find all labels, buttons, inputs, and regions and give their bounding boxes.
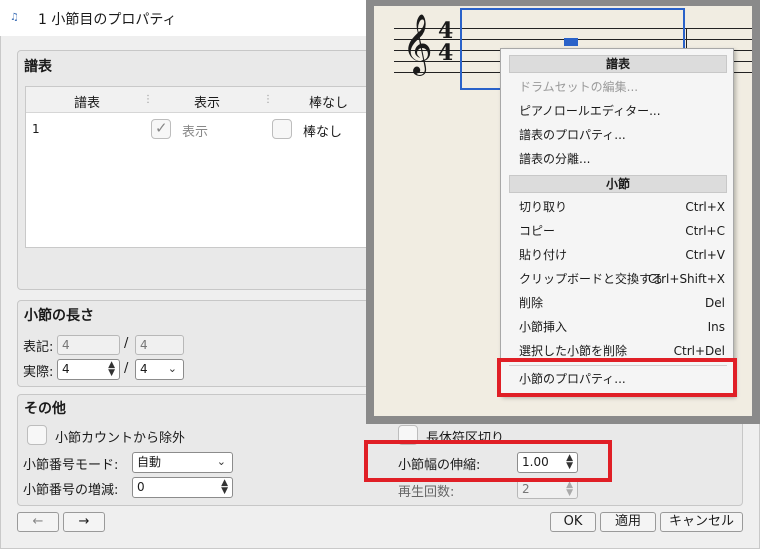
notation-label: 表記: [23,340,54,355]
number-mode-value: 自動 [137,455,162,469]
staves-table-header: 譜表 ⋮ 表示 ⋮ 棒なし [26,87,371,113]
highlight-stretch-field [364,440,612,482]
menu-header-staff: 譜表 [509,55,727,73]
context-menu: 譜表 ドラムセットの編集... ピアノロールエディター... 譜表のプロパティ.… [500,48,734,396]
row-index: 1 [32,122,40,136]
column-separator: ⋮ [143,94,153,105]
menu-item-delete[interactable]: 削除 Del [519,293,725,313]
cancel-button[interactable]: キャンセル [660,512,743,532]
repeat-count-value: 2 [522,482,530,496]
menu-item-piano-roll[interactable]: ピアノロールエディター... [519,101,725,121]
actual-numerator-value: 4 [62,362,70,376]
column-header-nobar[interactable]: 棒なし [309,92,348,111]
table-row[interactable]: 1 表示 棒なし [26,114,371,144]
actual-numerator-spinbox[interactable]: 4 ▲ ▼ [57,359,120,380]
number-offset-label: 小節番号の増減: [23,483,119,498]
menu-item-swap-clipboard[interactable]: クリップボードと交換する Ctrl+Shift+X [519,269,725,289]
menu-header-measure: 小節 [509,175,727,193]
number-offset-value: 0 [137,480,145,494]
actual-denominator-combo[interactable]: 4 ⌄ [135,359,184,380]
next-button[interactable]: → [63,512,105,532]
menu-item-insert-measure[interactable]: 小節挿入 Ins [519,317,725,337]
spin-arrows-icon[interactable]: ▲ ▼ [221,479,228,496]
treble-clef-icon: 𝄞 [402,14,433,74]
menu-item-copy[interactable]: コピー Ctrl+C [519,221,725,241]
staves-group-title: 譜表 [24,59,52,75]
chevron-down-icon: ⌄ [167,362,177,375]
chevron-down-icon: ⌄ [216,455,226,468]
number-offset-spinbox[interactable]: 0 ▲ ▼ [132,477,233,498]
menu-item-cut[interactable]: 切り取り Ctrl+X [519,197,725,217]
menu-item-staff-properties[interactable]: 譜表のプロパティ... [519,125,725,145]
column-header-show[interactable]: 表示 [194,92,220,111]
notation-denominator-field: 4 [135,335,184,355]
staves-table: 譜表 ⋮ 表示 ⋮ 棒なし 1 表示 棒なし [25,86,371,248]
repeat-count-spinbox: 2 ▲ ▼ [517,479,578,499]
show-label: 表示 [182,125,209,140]
spin-arrows-icon: ▲ ▼ [566,480,573,498]
actual-denominator-value: 4 [140,362,148,376]
time-signature-icon: 44 [438,18,454,66]
nobar-label: 棒なし [303,125,343,140]
exclude-count-label: 小節カウントから除外 [55,431,186,446]
measure-length-title: 小節の長さ [24,308,94,324]
column-separator: ⋮ [263,94,273,105]
number-mode-label: 小節番号モード: [23,458,119,473]
rest-mark[interactable] [564,38,578,46]
menu-item-edit-drumset: ドラムセットの編集... [519,80,639,94]
window-title: 1 小節目のプロパティ [38,12,177,28]
exclude-count-checkbox[interactable] [27,425,47,445]
app-icon: ♫ [10,12,19,23]
previous-button[interactable]: ← [17,512,59,532]
slash-separator: / [124,336,129,351]
spin-arrows-icon[interactable]: ▲ ▼ [108,361,115,378]
notation-numerator-field: 4 [57,335,120,355]
nobar-checkbox[interactable] [272,119,292,139]
slash-separator: / [124,361,129,376]
menu-item-paste[interactable]: 貼り付け Ctrl+V [519,245,725,265]
repeat-count-label: 再生回数: [398,485,455,500]
apply-button[interactable]: 適用 [600,512,656,532]
column-header-staff[interactable]: 譜表 [74,92,100,111]
other-group-title: その他 [24,401,66,417]
show-checkbox[interactable] [151,119,171,139]
title-bar: ♫ 1 小節目のプロパティ [0,0,366,36]
menu-item-split-staff[interactable]: 譜表の分離... [519,149,725,169]
ok-button[interactable]: OK [550,512,596,532]
highlight-properties-menu-item [497,358,737,397]
actual-label: 実際: [23,365,54,380]
number-mode-combo[interactable]: 自動 ⌄ [132,452,233,473]
